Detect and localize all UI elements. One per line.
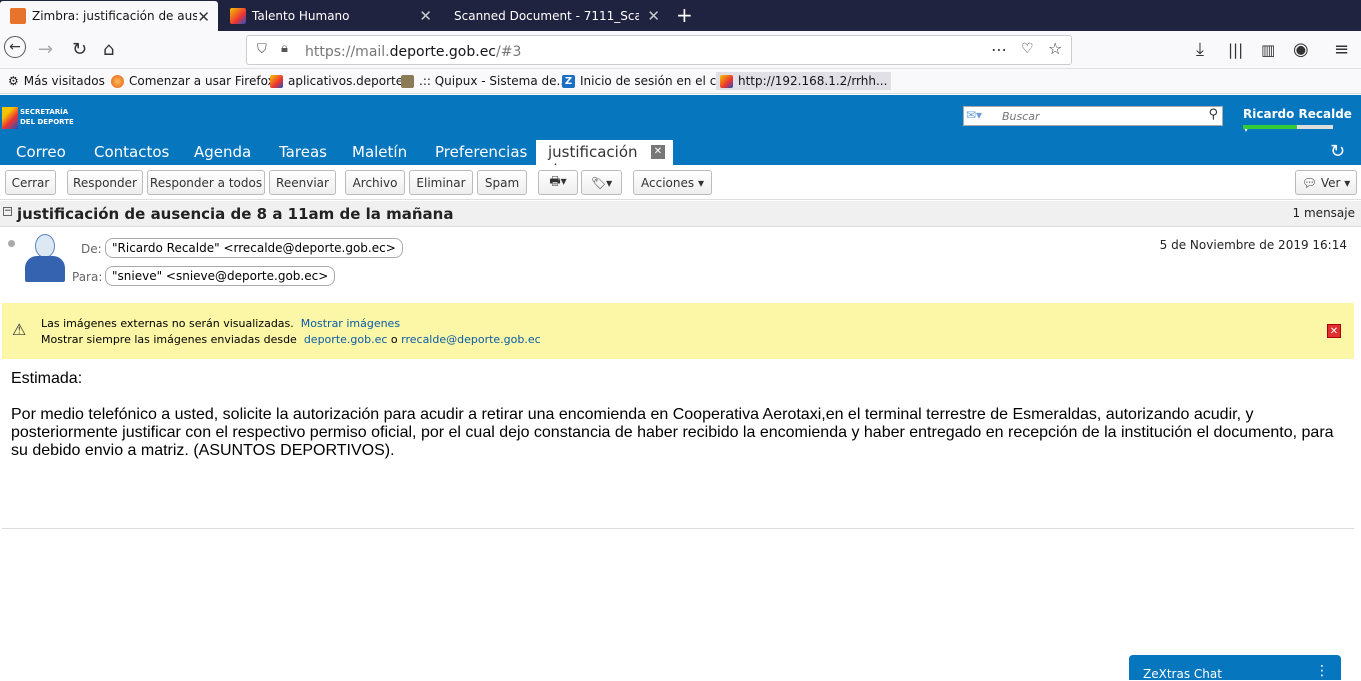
dismiss-warning-icon[interactable]: ✕ [1327, 324, 1341, 338]
bookmarks-bar: ⚙ Más visitados Comenzar a usar Firefox a… [0, 69, 1361, 94]
always-show-domain-link[interactable]: deporte.gob.ec [304, 333, 388, 346]
avatar [25, 234, 65, 282]
reload-icon[interactable]: ↻ [72, 39, 87, 60]
back-icon[interactable]: ← [4, 36, 26, 58]
conversation-header: − justificación de ausencia de 8 a 11am … [0, 201, 1361, 227]
bookmark-star-icon[interactable]: ☆ [1048, 39, 1062, 58]
tab-contactos[interactable]: Contactos [94, 143, 169, 161]
speech-bubble-icon: 💬︎ [1301, 175, 1317, 190]
message-date: 5 de Noviembre de 2019 16:14 [1159, 238, 1347, 252]
account-icon[interactable]: ◉ [1293, 39, 1309, 60]
external-images-warning: ⚠ Las imágenes externas no serán visuali… [2, 303, 1354, 359]
print-button[interactable]: 🖶︎▾ [538, 170, 578, 195]
secretaria-logo: SECRETARÍA DEL DEPORTE [2, 103, 77, 133]
tab-title: Scanned Document - 7111_Scanne [454, 8, 639, 23]
divider [2, 528, 1354, 529]
refresh-icon[interactable]: ↻ [1330, 141, 1345, 162]
tab-justificacion[interactable]: justificación d✕ [536, 140, 673, 179]
sidebar-icon[interactable]: ▥ [1261, 41, 1275, 59]
url-text[interactable]: https://mail.deporte.gob.ec/#3 [305, 44, 521, 60]
gear-icon: ⚙ [8, 74, 19, 88]
tab-agenda[interactable]: Agenda [194, 143, 251, 161]
search-box: ✉▾ ⚲ [963, 106, 1223, 126]
body-paragraph: Por medio telefónico a usted, solicite l… [11, 406, 1334, 459]
tab-zimbra[interactable]: Zimbra: justificación de ausenc ✕ [0, 1, 218, 31]
shield-icon[interactable]: ⛉ [257, 42, 267, 57]
close-tab-icon[interactable]: ✕ [197, 8, 210, 26]
search-icon[interactable]: ⚲ [1208, 107, 1218, 122]
bookmark-quipux[interactable]: .:: Quipux - Sistema de... [401, 74, 568, 88]
reply-all-button[interactable]: Responder a todos [147, 170, 265, 195]
tag-icon: 🏷︎▾ [590, 175, 613, 190]
lock-icon[interactable]: 🔒︎ [281, 41, 288, 56]
message-subject: justificación de ausencia de 8 a 11am de… [17, 205, 454, 223]
search-input[interactable] [1002, 108, 1197, 124]
close-tab-icon[interactable]: ✕ [651, 145, 665, 159]
talento-favicon-icon [230, 7, 246, 24]
tab-tareas[interactable]: Tareas [279, 143, 327, 161]
bookmark-rrhh[interactable]: http://192.168.1.2/rrhh... [716, 72, 892, 90]
to-address[interactable]: "snieve" <snieve@deporte.gob.ec> [105, 266, 336, 286]
bookmark-aplicativos[interactable]: aplicativos.deporte [270, 74, 403, 88]
show-images-link[interactable]: Mostrar imágenes [301, 317, 400, 330]
tab-talento-humano[interactable]: Talento Humano ✕ [220, 0, 440, 31]
user-menu[interactable]: Ricardo Recalde ▾ [1243, 107, 1361, 135]
tab-preferencias[interactable]: Preferencias [435, 143, 527, 161]
close-tab-icon[interactable]: ✕ [419, 7, 432, 25]
tab-maletin[interactable]: Maletín [352, 143, 407, 161]
delete-button[interactable]: Eliminar [409, 170, 473, 195]
chat-title: ZeXtras Chat [1143, 667, 1222, 681]
bookmark-inicio-sesion[interactable]: Z Inicio de sesión en el c... [562, 74, 728, 88]
always-show-sender-link[interactable]: rrecalde@deporte.gob.ec [401, 333, 541, 346]
forward-button[interactable]: Reenviar [269, 170, 336, 195]
chat-menu-icon[interactable]: ⋮ [1315, 663, 1329, 679]
greeting: Estimada: [11, 370, 83, 387]
tag-button[interactable]: 🏷︎▾ [581, 170, 622, 195]
bookmark-mas-visitados[interactable]: ⚙ Más visitados [8, 74, 105, 88]
close-button[interactable]: Cerrar [5, 170, 56, 195]
from-address[interactable]: "Ricardo Recalde" <rrecalde@deporte.gob.… [105, 238, 403, 258]
close-tab-icon[interactable]: ✕ [647, 7, 660, 25]
quota-bar [1243, 125, 1333, 129]
forward-icon[interactable]: → [38, 39, 53, 60]
new-tab-icon[interactable]: + [676, 3, 693, 27]
quipux-icon [401, 74, 414, 88]
tab-title: Zimbra: justificación de ausenc [32, 9, 197, 23]
zimbra-header: SECRETARÍA DEL DEPORTE ✉▾ ⚲ Ricardo Reca… [0, 95, 1361, 140]
from-label: De: [81, 242, 102, 256]
page-actions-icon[interactable]: ⋯ [991, 40, 1007, 59]
pocket-icon[interactable]: ♡ [1021, 41, 1034, 57]
download-icon[interactable]: ⤓ [1196, 39, 1204, 60]
reply-button[interactable]: Responder [67, 170, 143, 195]
chat-panel[interactable]: ZeXtras Chat ⋮ [1129, 655, 1341, 681]
home-icon[interactable]: ⌂ [103, 39, 114, 60]
zimbra-favicon-icon [10, 8, 26, 24]
message-body: Estimada: Por medio telefónico a usted, … [11, 370, 1351, 478]
message-count: 1 mensaje [1292, 206, 1355, 220]
deporte-icon [270, 74, 283, 88]
actions-button[interactable]: Acciones ▾ [633, 170, 712, 195]
menu-icon[interactable]: ≡ [1334, 39, 1349, 60]
archive-button[interactable]: Archivo [345, 170, 405, 195]
spam-button[interactable]: Spam [477, 170, 527, 195]
tab-scanned-document[interactable]: Scanned Document - 7111_Scanne ✕ [444, 0, 668, 31]
tab-correo[interactable]: Correo [16, 143, 66, 161]
view-button[interactable]: 💬︎ Ver ▾ [1295, 170, 1357, 195]
printer-icon: 🖶︎▾ [549, 174, 567, 188]
deporte-icon [720, 74, 733, 88]
tab-title: Talento Humano [252, 8, 350, 23]
library-icon[interactable]: ||| [1228, 41, 1243, 59]
read-status-icon[interactable] [8, 240, 15, 247]
bookmark-firefox[interactable]: Comenzar a usar Firefox [111, 74, 275, 88]
collapse-icon[interactable]: − [3, 207, 12, 216]
warning-icon: ⚠ [12, 320, 27, 339]
firefox-icon [111, 74, 124, 88]
mail-icon[interactable]: ✉▾ [966, 108, 982, 122]
to-label: Para: [72, 270, 103, 284]
app-tabs: Correo Contactos Agenda Tareas Maletín P… [0, 140, 1361, 179]
message-toolbar: Cerrar Responder Responder a todos Reenv… [0, 165, 1361, 200]
browser-tab-bar: Zimbra: justificación de ausenc ✕ Talent… [0, 0, 1361, 31]
zimbra-icon: Z [562, 74, 575, 88]
url-bar[interactable]: ⛉ 🔒︎ https://mail.deporte.gob.ec/#3 ⋯ ♡ … [246, 35, 1072, 65]
